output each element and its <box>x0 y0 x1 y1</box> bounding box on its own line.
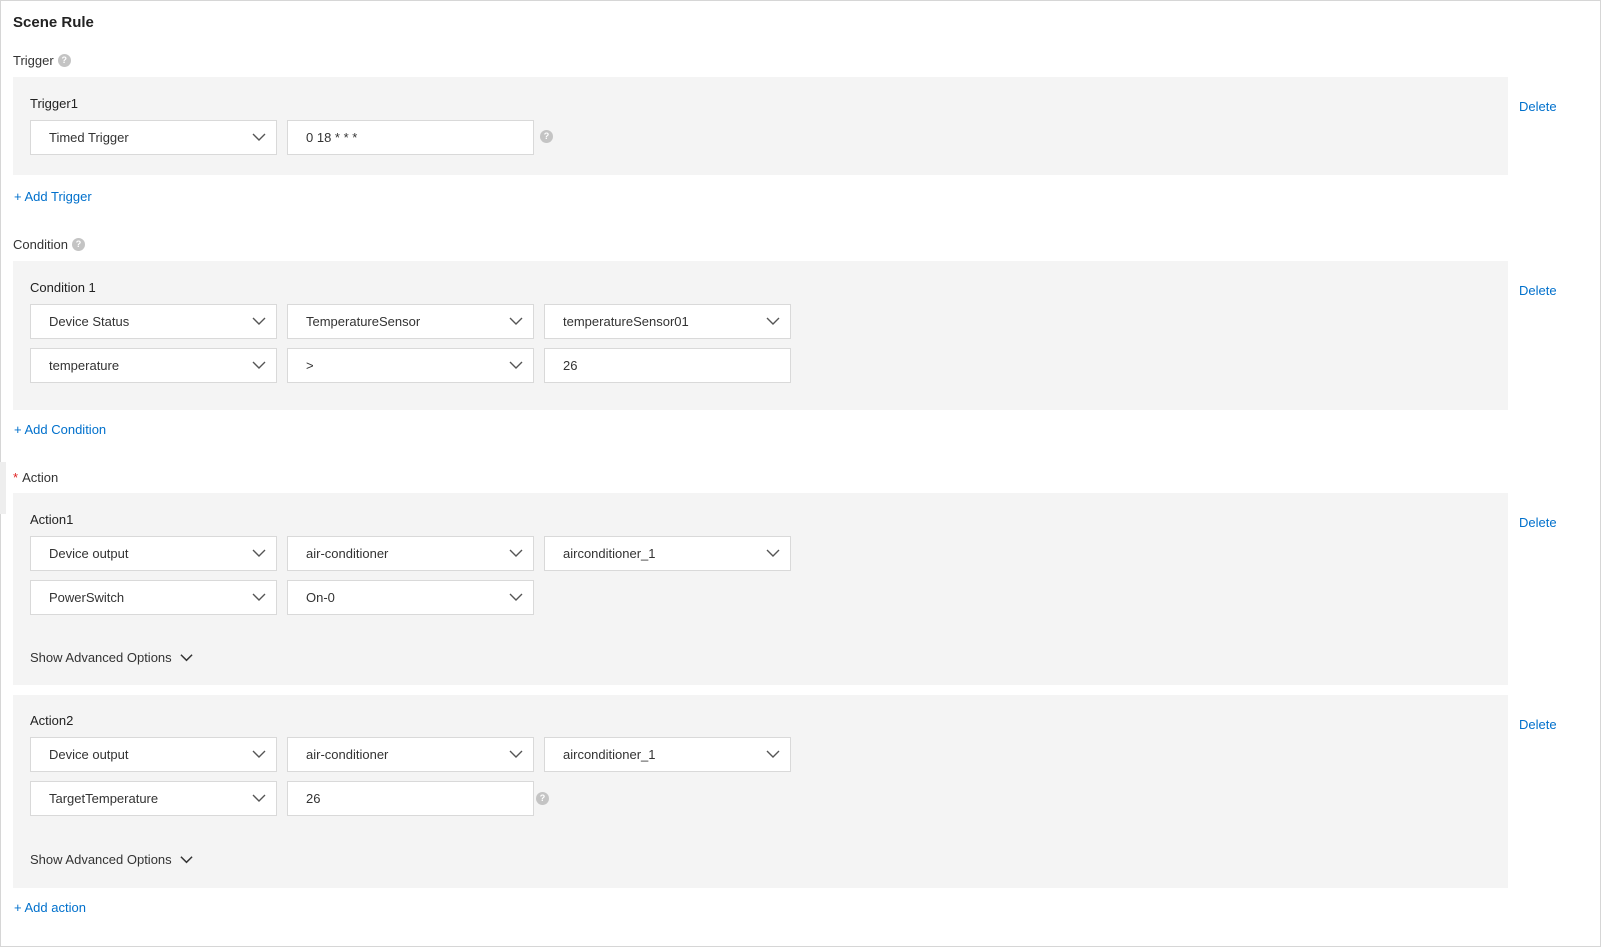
chevron-down-icon <box>252 130 266 144</box>
action-property-select[interactable]: PowerSwitch <box>30 580 277 615</box>
action-title: Action1 <box>30 512 73 527</box>
delete-action-link[interactable]: Delete <box>1519 515 1557 530</box>
condition-section-label: Condition ? <box>13 237 85 252</box>
trigger-title: Trigger1 <box>30 96 78 111</box>
condition-product-select[interactable]: TemperatureSensor <box>287 304 534 339</box>
chevron-down-icon <box>766 314 780 328</box>
trigger-type-value: Timed Trigger <box>49 130 129 145</box>
help-icon[interactable]: ? <box>72 238 85 251</box>
condition-type-select[interactable]: Device Status <box>30 304 277 339</box>
chevron-down-icon <box>766 747 780 761</box>
add-trigger-link[interactable]: + Add Trigger <box>14 189 92 204</box>
trigger-label-text: Trigger <box>13 53 54 68</box>
chevron-down-icon <box>509 747 523 761</box>
chevron-down-icon <box>766 546 780 560</box>
advanced-options-label: Show Advanced Options <box>30 852 172 867</box>
chevron-down-icon <box>509 358 523 372</box>
chevron-down-icon <box>252 590 266 604</box>
delete-action-link[interactable]: Delete <box>1519 717 1557 732</box>
chevron-down-icon <box>252 546 266 560</box>
cron-expression-value: 0 18 * * * <box>306 130 357 145</box>
delete-condition-link[interactable]: Delete <box>1519 283 1557 298</box>
cron-expression-input[interactable]: 0 18 * * * <box>287 120 534 155</box>
condition-device-value: temperatureSensor01 <box>563 314 689 329</box>
action-property-value: PowerSwitch <box>49 590 124 605</box>
side-panel-handle[interactable] <box>0 462 6 514</box>
cron-help-icon[interactable]: ? <box>540 130 553 143</box>
action-device-select[interactable]: airconditioner_1 <box>544 737 791 772</box>
action-type-select[interactable]: Device output <box>30 536 277 571</box>
condition-product-value: TemperatureSensor <box>306 314 420 329</box>
add-condition-link[interactable]: + Add Condition <box>14 422 106 437</box>
condition-label-text: Condition <box>13 237 68 252</box>
action-type-select[interactable]: Device output <box>30 737 277 772</box>
chevron-down-icon <box>252 314 266 328</box>
condition-operator-select[interactable]: > <box>287 348 534 383</box>
trigger-section-label: Trigger ? <box>13 53 71 68</box>
action-value-input[interactable]: 26 <box>287 781 534 816</box>
action-product-value: air-conditioner <box>306 747 388 762</box>
action-product-value: air-conditioner <box>306 546 388 561</box>
trigger-type-select[interactable]: Timed Trigger <box>30 120 277 155</box>
action-section-label: * Action <box>13 470 58 485</box>
action-device-value: airconditioner_1 <box>563 747 656 762</box>
action-type-value: Device output <box>49 747 129 762</box>
action-device-select[interactable]: airconditioner_1 <box>544 536 791 571</box>
condition-property-select[interactable]: temperature <box>30 348 277 383</box>
chevron-down-icon <box>509 590 523 604</box>
chevron-down-icon <box>252 358 266 372</box>
show-advanced-options-toggle[interactable]: Show Advanced Options <box>30 650 193 665</box>
page-title: Scene Rule <box>13 14 94 31</box>
action-type-value: Device output <box>49 546 129 561</box>
action-value-text: 26 <box>306 791 320 806</box>
chevron-down-icon <box>252 747 266 761</box>
chevron-down-icon <box>180 651 193 664</box>
help-icon[interactable]: ? <box>58 54 71 67</box>
condition-operator-value: > <box>306 358 314 373</box>
action-value-text: On-0 <box>306 590 335 605</box>
chevron-down-icon <box>509 546 523 560</box>
add-action-link[interactable]: + Add action <box>14 900 86 915</box>
advanced-options-label: Show Advanced Options <box>30 650 172 665</box>
chevron-down-icon <box>180 853 193 866</box>
chevron-down-icon <box>509 314 523 328</box>
action-property-value: TargetTemperature <box>49 791 158 806</box>
action-product-select[interactable]: air-conditioner <box>287 536 534 571</box>
condition-value-input[interactable]: 26 <box>544 348 791 383</box>
condition-device-select[interactable]: temperatureSensor01 <box>544 304 791 339</box>
condition-value-text: 26 <box>563 358 577 373</box>
chevron-down-icon <box>252 791 266 805</box>
action-property-select[interactable]: TargetTemperature <box>30 781 277 816</box>
condition-property-value: temperature <box>49 358 119 373</box>
condition-title: Condition 1 <box>30 280 96 295</box>
delete-trigger-link[interactable]: Delete <box>1519 99 1557 114</box>
action-value-select[interactable]: On-0 <box>287 580 534 615</box>
show-advanced-options-toggle[interactable]: Show Advanced Options <box>30 852 193 867</box>
action-title: Action2 <box>30 713 73 728</box>
required-mark: * <box>13 470 18 485</box>
action-product-select[interactable]: air-conditioner <box>287 737 534 772</box>
action-device-value: airconditioner_1 <box>563 546 656 561</box>
value-help-icon[interactable]: ? <box>536 792 549 805</box>
condition-type-value: Device Status <box>49 314 129 329</box>
action-label-text: Action <box>22 470 58 485</box>
